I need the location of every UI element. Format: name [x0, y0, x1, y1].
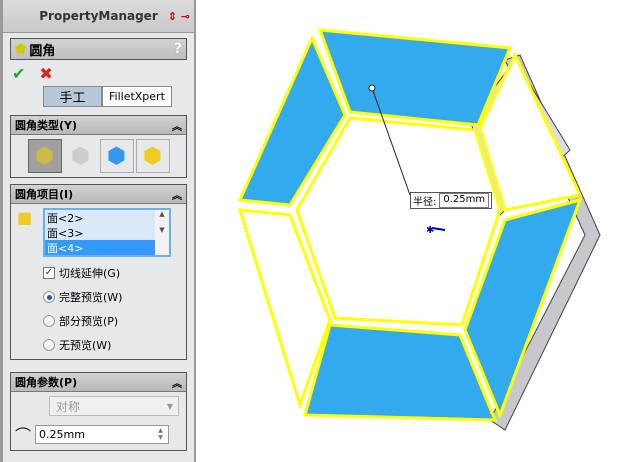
list-item[interactable]: 面<3> [45, 225, 169, 240]
callout-label: 半径: [413, 197, 437, 208]
pm-title: PropertyManager [39, 9, 158, 23]
model-hole [295, 116, 502, 327]
full-preview-label: 完整预览(W) [59, 291, 123, 304]
radius-callout[interactable]: 半径: 0.25mm [410, 192, 493, 209]
ok-button[interactable]: ✔ [12, 64, 25, 83]
feature-title: ⬟ 圆角? [10, 38, 187, 60]
pin-icon[interactable]: ⇕ ⊸ [168, 10, 190, 23]
no-preview-label: 无预览(W) [59, 339, 112, 352]
feature-name: 圆角 [29, 43, 56, 59]
help-icon[interactable]: ? [174, 41, 182, 57]
face-fillet-button[interactable]: ⬢ [99, 139, 134, 173]
group-title: 圆角项目(I) [15, 188, 74, 201]
items-list[interactable]: 面<2> 面<3> 面<4> ▲ ▼ [43, 208, 171, 257]
radius-icon: ⌒ [15, 426, 32, 445]
cancel-button[interactable]: ✖ [39, 64, 52, 83]
model-top-face[interactable] [317, 28, 513, 127]
radius-input[interactable]: 0.25mm ▲ ▼ [35, 424, 170, 444]
list-item[interactable]: 面<2> [45, 210, 169, 225]
fillet-params-group: 圆角参数(P) ︽ 对称 ▼ ⌒ 0.25mm ▲ ▼ [10, 372, 187, 451]
collapse-icon[interactable]: ︽ [172, 375, 182, 390]
face-icon: ■ [17, 208, 33, 227]
partial-preview-radio[interactable] [43, 315, 55, 327]
no-preview-radio[interactable] [43, 339, 55, 351]
tab-manual[interactable]: 手工 [43, 86, 102, 107]
fillet-method-select[interactable]: 对称 ▼ [49, 396, 179, 416]
radius-spinner[interactable]: ▲ ▼ [154, 427, 167, 442]
list-scrollbar[interactable]: ▲ ▼ [155, 210, 169, 255]
list-item[interactable]: 面<4> [45, 240, 169, 255]
fillet-items-group: 圆角项目(I) ︽ ■ 面<2> 面<3> 面<4> ▲ ▼ ✓ 切线延伸(G) 完整… [10, 184, 187, 360]
tangent-checkbox[interactable]: ✓ [43, 267, 55, 279]
tangent-label: 切线延伸(G) [59, 267, 121, 280]
property-manager: PropertyManager ⇕ ⊸ ⬟ 圆角? ✔ ✖ 手工 FilletXpert… [0, 0, 196, 462]
callout-value[interactable]: 0.25mm [439, 193, 490, 208]
model-bottom-face[interactable] [303, 323, 498, 422]
partial-preview-label: 部分预览(P) [59, 315, 119, 328]
collapse-icon[interactable]: ︽ [172, 118, 182, 133]
full-round-fillet-button[interactable]: ⬢ [135, 139, 170, 173]
tab-filletxpert[interactable]: FilletXpert [102, 86, 172, 107]
constant-radius-fillet-button[interactable]: ⬢ [27, 139, 62, 173]
graphics-viewport[interactable]: ✱ [198, 0, 641, 462]
radius-value: 0.25mm [39, 427, 85, 441]
fillet-type-group: 圆角类型(Y) ︽ ⬢ ⬢ ⬢ ⬢ [10, 115, 187, 178]
collapse-icon[interactable]: ︽ [172, 187, 182, 202]
pm-header: PropertyManager ⇕ ⊸ [3, 0, 194, 33]
full-preview-radio[interactable] [43, 291, 55, 303]
method-value: 对称 [56, 399, 81, 414]
svg-text:✱: ✱ [426, 225, 434, 236]
group-title: 圆角参数(P) [15, 376, 78, 389]
fillet-icon: ⬟ [15, 41, 27, 57]
variable-radius-fillet-button[interactable]: ⬢ [64, 139, 98, 173]
group-title: 圆角类型(Y) [15, 119, 78, 132]
